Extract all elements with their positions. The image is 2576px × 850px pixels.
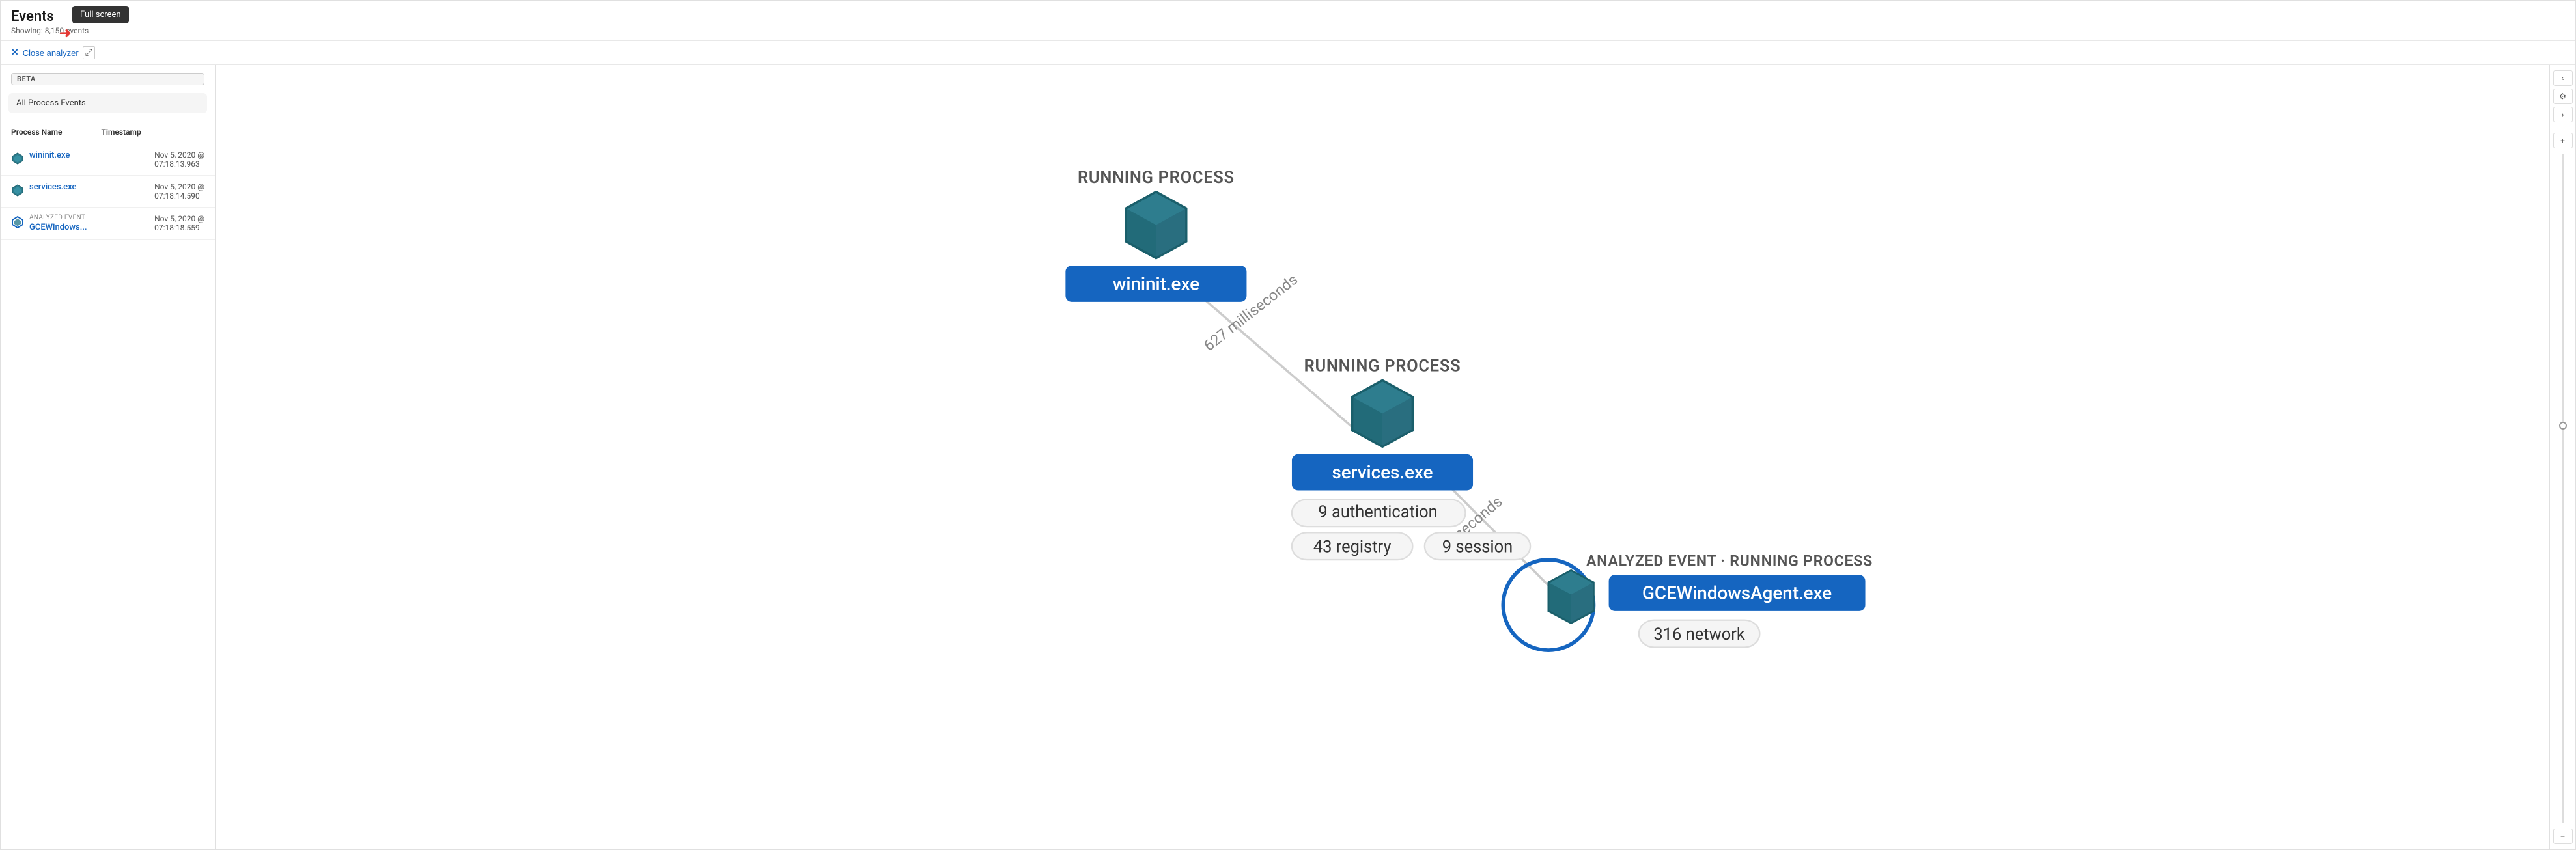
services-type-label: RUNNING PROCESS: [1304, 356, 1461, 376]
page-container: Events Showing: 8,150 events Full screen…: [0, 0, 2576, 850]
analyzed-label: ANALYZED EVENT: [29, 214, 149, 221]
process-icon-services: [11, 184, 24, 197]
badge-session-text: 9 session: [1442, 537, 1513, 556]
process-icon-wininit: [11, 152, 24, 165]
sidebar: BETA All Process Events Process Name Tim…: [1, 65, 216, 849]
col-process-name: Process Name: [11, 128, 63, 137]
table-row[interactable]: wininit.exe Nov 5, 2020 @07:18:13.963: [1, 144, 215, 176]
gce-type-label: ANALYZED EVENT · RUNNING PROCESS: [1586, 552, 1873, 569]
process-graph: 627 milliseconds 4 seconds RUNNING PROCE…: [216, 65, 2549, 849]
wininit-type-label: RUNNING PROCESS: [1078, 168, 1235, 187]
right-controls: ‹ ⚙ › + −: [2549, 65, 2575, 849]
badge-authentication-text: 9 authentication: [1318, 502, 1437, 522]
zoom-out-button[interactable]: −: [2553, 829, 2573, 844]
page-title: Events: [11, 8, 2565, 25]
main-content: BETA All Process Events Process Name Tim…: [1, 65, 2575, 849]
beta-badge: BETA: [11, 73, 204, 85]
close-analyzer-button[interactable]: Close analyzer: [23, 48, 79, 58]
table-header: Process Name Timestamp: [1, 124, 215, 141]
event-count: Showing: 8,150 events: [11, 26, 2565, 35]
close-analyzer-row: ✕ Close analyzer ⤢: [1, 41, 2575, 65]
process-name-col: services.exe: [29, 182, 149, 192]
process-name-link-wininit[interactable]: wininit.exe: [29, 150, 70, 160]
node-services[interactable]: RUNNING PROCESS services.exe 9 authentic…: [1292, 356, 1530, 560]
arrow-indicator: ➜: [59, 25, 71, 42]
col-timestamp: Timestamp: [102, 128, 141, 137]
process-name-col: wininit.exe: [29, 150, 149, 160]
zoom-slider[interactable]: [2562, 151, 2564, 826]
timestamp-gce: Nov 5, 2020 @07:18:18.559: [154, 214, 204, 232]
close-analyzer-label: Close analyzer: [23, 48, 79, 58]
gce-name-text: GCEWindowsAgent.exe: [1642, 582, 1832, 603]
node-gce[interactable]: ANALYZED EVENT · RUNNING PROCESS GCEWind…: [1503, 552, 1873, 650]
zoom-in-button[interactable]: +: [2553, 133, 2573, 148]
graph-area: 627 milliseconds 4 seconds RUNNING PROCE…: [216, 65, 2549, 849]
close-x-icon: ✕: [11, 48, 19, 58]
filter-all-process-events[interactable]: All Process Events: [8, 93, 207, 113]
settings-button[interactable]: ⚙: [2553, 89, 2573, 104]
services-name-text: services.exe: [1332, 461, 1433, 483]
chevron-up-button[interactable]: ‹: [2553, 70, 2573, 86]
node-wininit[interactable]: RUNNING PROCESS wininit.exe: [1065, 168, 1246, 302]
chevron-down-button[interactable]: ›: [2553, 107, 2573, 122]
zoom-track: [2562, 154, 2564, 823]
expand-icon[interactable]: ⤢: [83, 46, 95, 59]
table-row[interactable]: ANALYZED EVENT GCEWindows... Nov 5, 2020…: [1, 208, 215, 240]
process-icon-gce: [11, 215, 24, 228]
wininit-name-text: wininit.exe: [1113, 273, 1199, 294]
fullscreen-tooltip: Full screen: [72, 6, 129, 23]
header: Events Showing: 8,150 events Full screen…: [1, 1, 2575, 41]
process-name-col: ANALYZED EVENT GCEWindows...: [29, 214, 149, 232]
badge-registry-text: 43 registry: [1313, 537, 1392, 556]
timestamp-wininit: Nov 5, 2020 @07:18:13.963: [154, 150, 204, 169]
zoom-thumb[interactable]: [2559, 422, 2567, 430]
process-name-link-services[interactable]: services.exe: [29, 182, 77, 192]
table-row[interactable]: services.exe Nov 5, 2020 @07:18:14.590: [1, 176, 215, 208]
process-name-link-gce[interactable]: GCEWindows...: [29, 223, 87, 232]
badge-network-text: 316 network: [1653, 625, 1745, 644]
timestamp-services: Nov 5, 2020 @07:18:14.590: [154, 182, 204, 200]
